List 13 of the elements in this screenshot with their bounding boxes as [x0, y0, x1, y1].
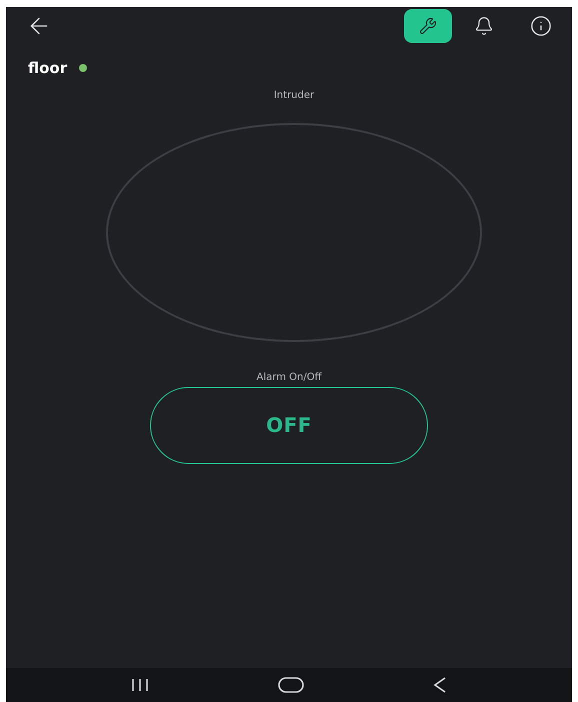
widget-label: Intruder [274, 88, 314, 102]
alarm-toggle-button[interactable]: OFF [150, 386, 428, 464]
home-icon[interactable] [278, 677, 304, 693]
device-name: floor [28, 58, 68, 79]
widget-label: Alarm On/Off [256, 370, 322, 384]
recent-apps-icon[interactable] [130, 678, 149, 692]
notifications-button[interactable] [474, 16, 494, 36]
wrench-icon [419, 17, 437, 35]
info-icon [530, 15, 552, 37]
bell-icon [474, 16, 494, 36]
back-icon[interactable] [433, 676, 448, 694]
info-button[interactable] [530, 15, 552, 37]
settings-button[interactable] [404, 9, 452, 43]
